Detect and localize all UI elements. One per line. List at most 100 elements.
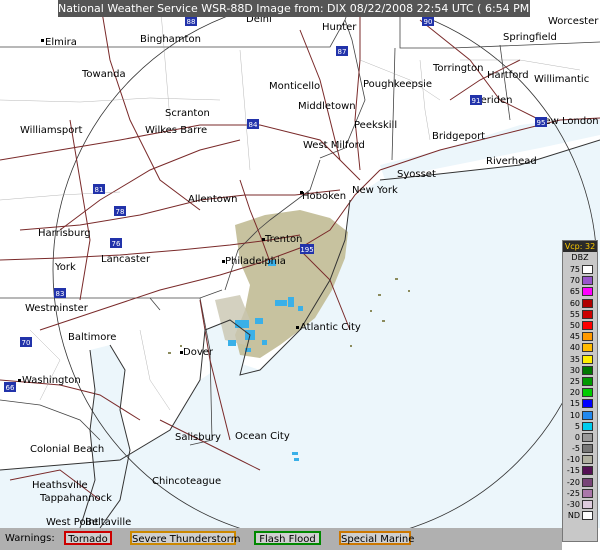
- legend-level-label: 75: [569, 265, 580, 275]
- city-ocean-city: Ocean City: [235, 431, 290, 442]
- city-harrisburg: Harrisburg: [38, 228, 91, 239]
- city-binghamton: Binghamton: [140, 34, 201, 45]
- city-wilkes-barre: Wilkes Barre: [145, 125, 207, 136]
- warning-special-marine[interactable]: Special Marine: [339, 531, 414, 545]
- corner-fill: [562, 542, 600, 550]
- legend-swatch: [582, 477, 593, 487]
- legend-row: 70: [563, 275, 597, 286]
- legend-row: ND: [563, 510, 597, 521]
- city-peekskill: Peekskill: [354, 120, 397, 131]
- city-beltaville: Beltaville: [85, 517, 131, 528]
- city-new-york: New York: [352, 185, 398, 196]
- legend-swatch: [582, 488, 593, 498]
- warning-flash-flood[interactable]: Flash Flood: [254, 531, 321, 545]
- highway-90: 90: [424, 18, 433, 26]
- highway-83: 83: [56, 290, 65, 298]
- legend-row: 55: [563, 309, 597, 320]
- legend-swatch: [582, 388, 593, 398]
- warning-tornado[interactable]: Tornado: [64, 531, 112, 545]
- legend-swatch: [582, 376, 593, 386]
- legend-level-label: -5: [572, 444, 580, 454]
- city-springfield: Springfield: [503, 32, 557, 43]
- legend-row: -25: [563, 488, 597, 499]
- legend-row: 40: [563, 342, 597, 353]
- city-colonial-beach: Colonial Beach: [30, 444, 104, 455]
- highway-88: 88: [187, 18, 196, 26]
- legend-level-label: 10: [569, 410, 580, 420]
- city-hoboken: Hoboken: [302, 191, 346, 202]
- legend-level-label: -10: [566, 455, 580, 465]
- legend-row: 60: [563, 298, 597, 309]
- legend-swatch: [582, 298, 593, 308]
- city-poughkeepsie: Poughkeepsie: [363, 79, 432, 90]
- legend-level-label: 15: [569, 399, 580, 409]
- legend-swatch: [582, 365, 593, 375]
- legend-level-label: 40: [569, 343, 580, 353]
- legend-swatch: [582, 321, 593, 331]
- legend-row: 75: [563, 264, 597, 275]
- legend-row: 35: [563, 354, 597, 365]
- city-trenton: Trenton: [264, 234, 302, 245]
- warning-severe-thunderstorm[interactable]: Severe Thunderstorm: [130, 531, 240, 545]
- radar-map: Delhi Hunter Worcester Elmira Binghamton…: [0, 0, 600, 550]
- highway-70: 70: [22, 339, 31, 347]
- highway-87: 87: [338, 48, 347, 56]
- legend-level-label: -30: [566, 500, 580, 510]
- legend-level-label: 30: [569, 365, 580, 375]
- city-bridgeport: Bridgeport: [432, 131, 485, 142]
- city-washington: Washington: [22, 375, 81, 386]
- legend-row: -5: [563, 443, 597, 454]
- legend-level-label: -20: [566, 477, 580, 487]
- legend-level-label: 25: [569, 376, 580, 386]
- legend-level-label: 60: [569, 298, 580, 308]
- highway-81: 81: [95, 186, 104, 194]
- highway-66: 66: [6, 384, 15, 392]
- legend-row: -10: [563, 454, 597, 465]
- legend-level-label: 50: [569, 321, 580, 331]
- city-allentown: Allentown: [188, 194, 237, 205]
- legend-swatch: [582, 432, 593, 442]
- legend-swatch: [582, 410, 593, 420]
- legend-swatch: [582, 500, 593, 510]
- city-monticello: Monticello: [269, 81, 320, 92]
- legend-level-label: 0: [574, 432, 580, 442]
- city-hunter: Hunter: [322, 22, 357, 33]
- image-title: National Weather Service WSR-88D Image f…: [58, 0, 530, 17]
- dbz-legend-rows: 75 70 65 60 55 50 45 40 35 30 25 20 15 10 5 0 -5 -10 -15 -2…: [563, 264, 597, 521]
- legend-row: 65: [563, 286, 597, 297]
- highway-91: 91: [472, 97, 481, 105]
- city-syosset: Syosset: [397, 169, 436, 180]
- legend-row: 50: [563, 320, 597, 331]
- city-chincoteague: Chincoteague: [152, 476, 221, 487]
- city-atlantic-city: Atlantic City: [300, 322, 361, 333]
- legend-row: 30: [563, 365, 597, 376]
- city-tappahannock: Tappahannock: [39, 493, 112, 504]
- legend-row: 25: [563, 376, 597, 387]
- legend-swatch: [582, 343, 593, 353]
- legend-swatch: [582, 332, 593, 342]
- city-west-milford: West Milford: [303, 140, 365, 151]
- city-york: York: [54, 262, 76, 273]
- legend-swatch: [582, 444, 593, 454]
- legend-swatch: [582, 421, 593, 431]
- city-hartford: Hartford: [487, 70, 529, 81]
- legend-row: -15: [563, 465, 597, 476]
- legend-swatch: [582, 466, 593, 476]
- city-towanda: Towanda: [81, 69, 126, 80]
- legend-level-label: 45: [569, 332, 580, 342]
- city-dover: Dover: [183, 347, 214, 358]
- city-elmira: Elmira: [45, 37, 77, 48]
- city-middletown: Middletown: [298, 101, 356, 112]
- legend-row: 45: [563, 331, 597, 342]
- legend-level-label: -15: [566, 466, 580, 476]
- legend-swatch: [582, 455, 593, 465]
- city-philadelphia: Philadelphia: [225, 256, 286, 267]
- legend-level-label: -25: [566, 488, 580, 498]
- highway-76: 76: [112, 240, 121, 248]
- legend-swatch: [582, 276, 593, 286]
- legend-level-label: 65: [569, 287, 580, 297]
- warnings-bar: Warnings: Tornado Severe Thunderstorm Fl…: [0, 528, 562, 550]
- legend-swatch: [582, 399, 593, 409]
- highway-78: 78: [116, 208, 125, 216]
- legend-row: 10: [563, 409, 597, 420]
